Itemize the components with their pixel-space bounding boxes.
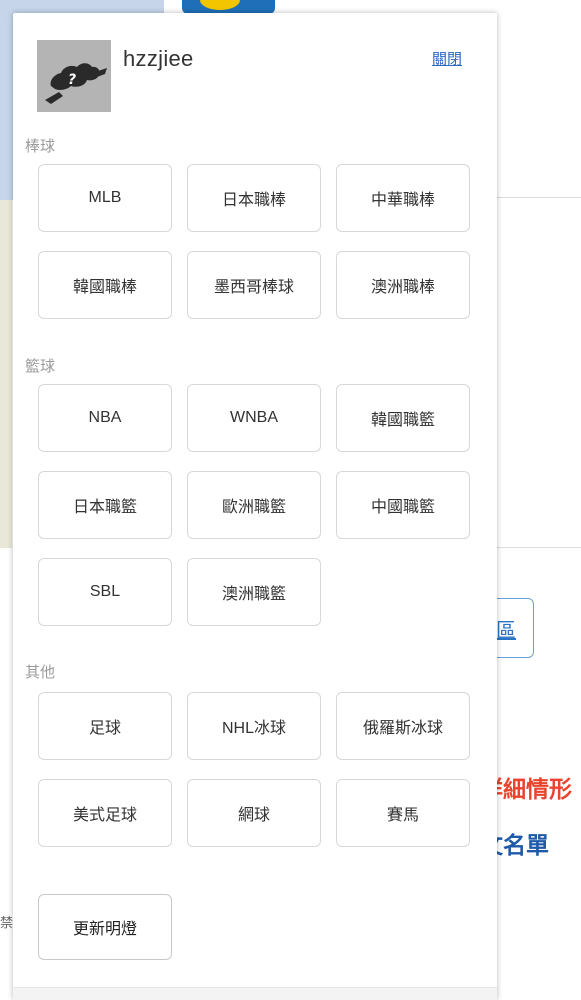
close-link[interactable]: 關閉: [432, 48, 462, 69]
league-button-tennis[interactable]: 網球: [187, 779, 321, 847]
league-button-nba[interactable]: NBA: [38, 384, 172, 452]
league-button-horse-racing[interactable]: 賽馬: [336, 779, 470, 847]
user-menu-panel: ? hzzjiee 關閉 棒球 MLB 日本職棒 中華職棒 韓國職棒 墨西哥棒球…: [13, 13, 497, 1000]
league-button-kbl[interactable]: 韓國職籃: [336, 384, 470, 452]
league-button-abl[interactable]: 澳洲職棒: [336, 251, 470, 319]
section-label-baseball: 棒球: [25, 138, 56, 155]
league-button-kbo[interactable]: 韓國職棒: [38, 251, 172, 319]
league-button-wnba[interactable]: WNBA: [187, 384, 321, 452]
league-button-mlb[interactable]: MLB: [38, 164, 172, 232]
league-button-soccer[interactable]: 足球: [38, 692, 172, 760]
league-button-cba[interactable]: 中國職籃: [336, 471, 470, 539]
background-left-strip-lower: [0, 200, 12, 548]
svg-text:?: ?: [68, 72, 76, 88]
league-button-euroleague[interactable]: 歐洲職籃: [187, 471, 321, 539]
league-button-nfl[interactable]: 美式足球: [38, 779, 172, 847]
divider: [497, 547, 581, 548]
league-button-mexican-baseball[interactable]: 墨西哥棒球: [187, 251, 321, 319]
league-button-nhl[interactable]: NHL冰球: [187, 692, 321, 760]
thumbnail-graphic: [200, 0, 240, 10]
league-button-khl[interactable]: 俄羅斯冰球: [336, 692, 470, 760]
question-mark-avatar-icon: ?: [37, 40, 111, 112]
background-thumbnail[interactable]: [182, 0, 275, 14]
username: hzzjiee: [123, 46, 194, 71]
background-small-text: 禁: [0, 915, 14, 930]
league-button-cpbl[interactable]: 中華職棒: [336, 164, 470, 232]
league-button-npb[interactable]: 日本職棒: [187, 164, 321, 232]
update-button[interactable]: 更新明燈: [38, 894, 172, 960]
section-label-basketball: 籃球: [25, 358, 56, 375]
section-label-other: 其他: [25, 664, 56, 681]
league-button-sbl[interactable]: SBL: [38, 558, 172, 626]
divider: [497, 197, 581, 198]
background-tab-label[interactable]: 區: [496, 614, 516, 643]
panel-footer: [13, 987, 497, 1000]
league-button-nbl[interactable]: 澳洲職籃: [187, 558, 321, 626]
league-button-bleague[interactable]: 日本職籃: [38, 471, 172, 539]
avatar: ?: [37, 40, 111, 112]
